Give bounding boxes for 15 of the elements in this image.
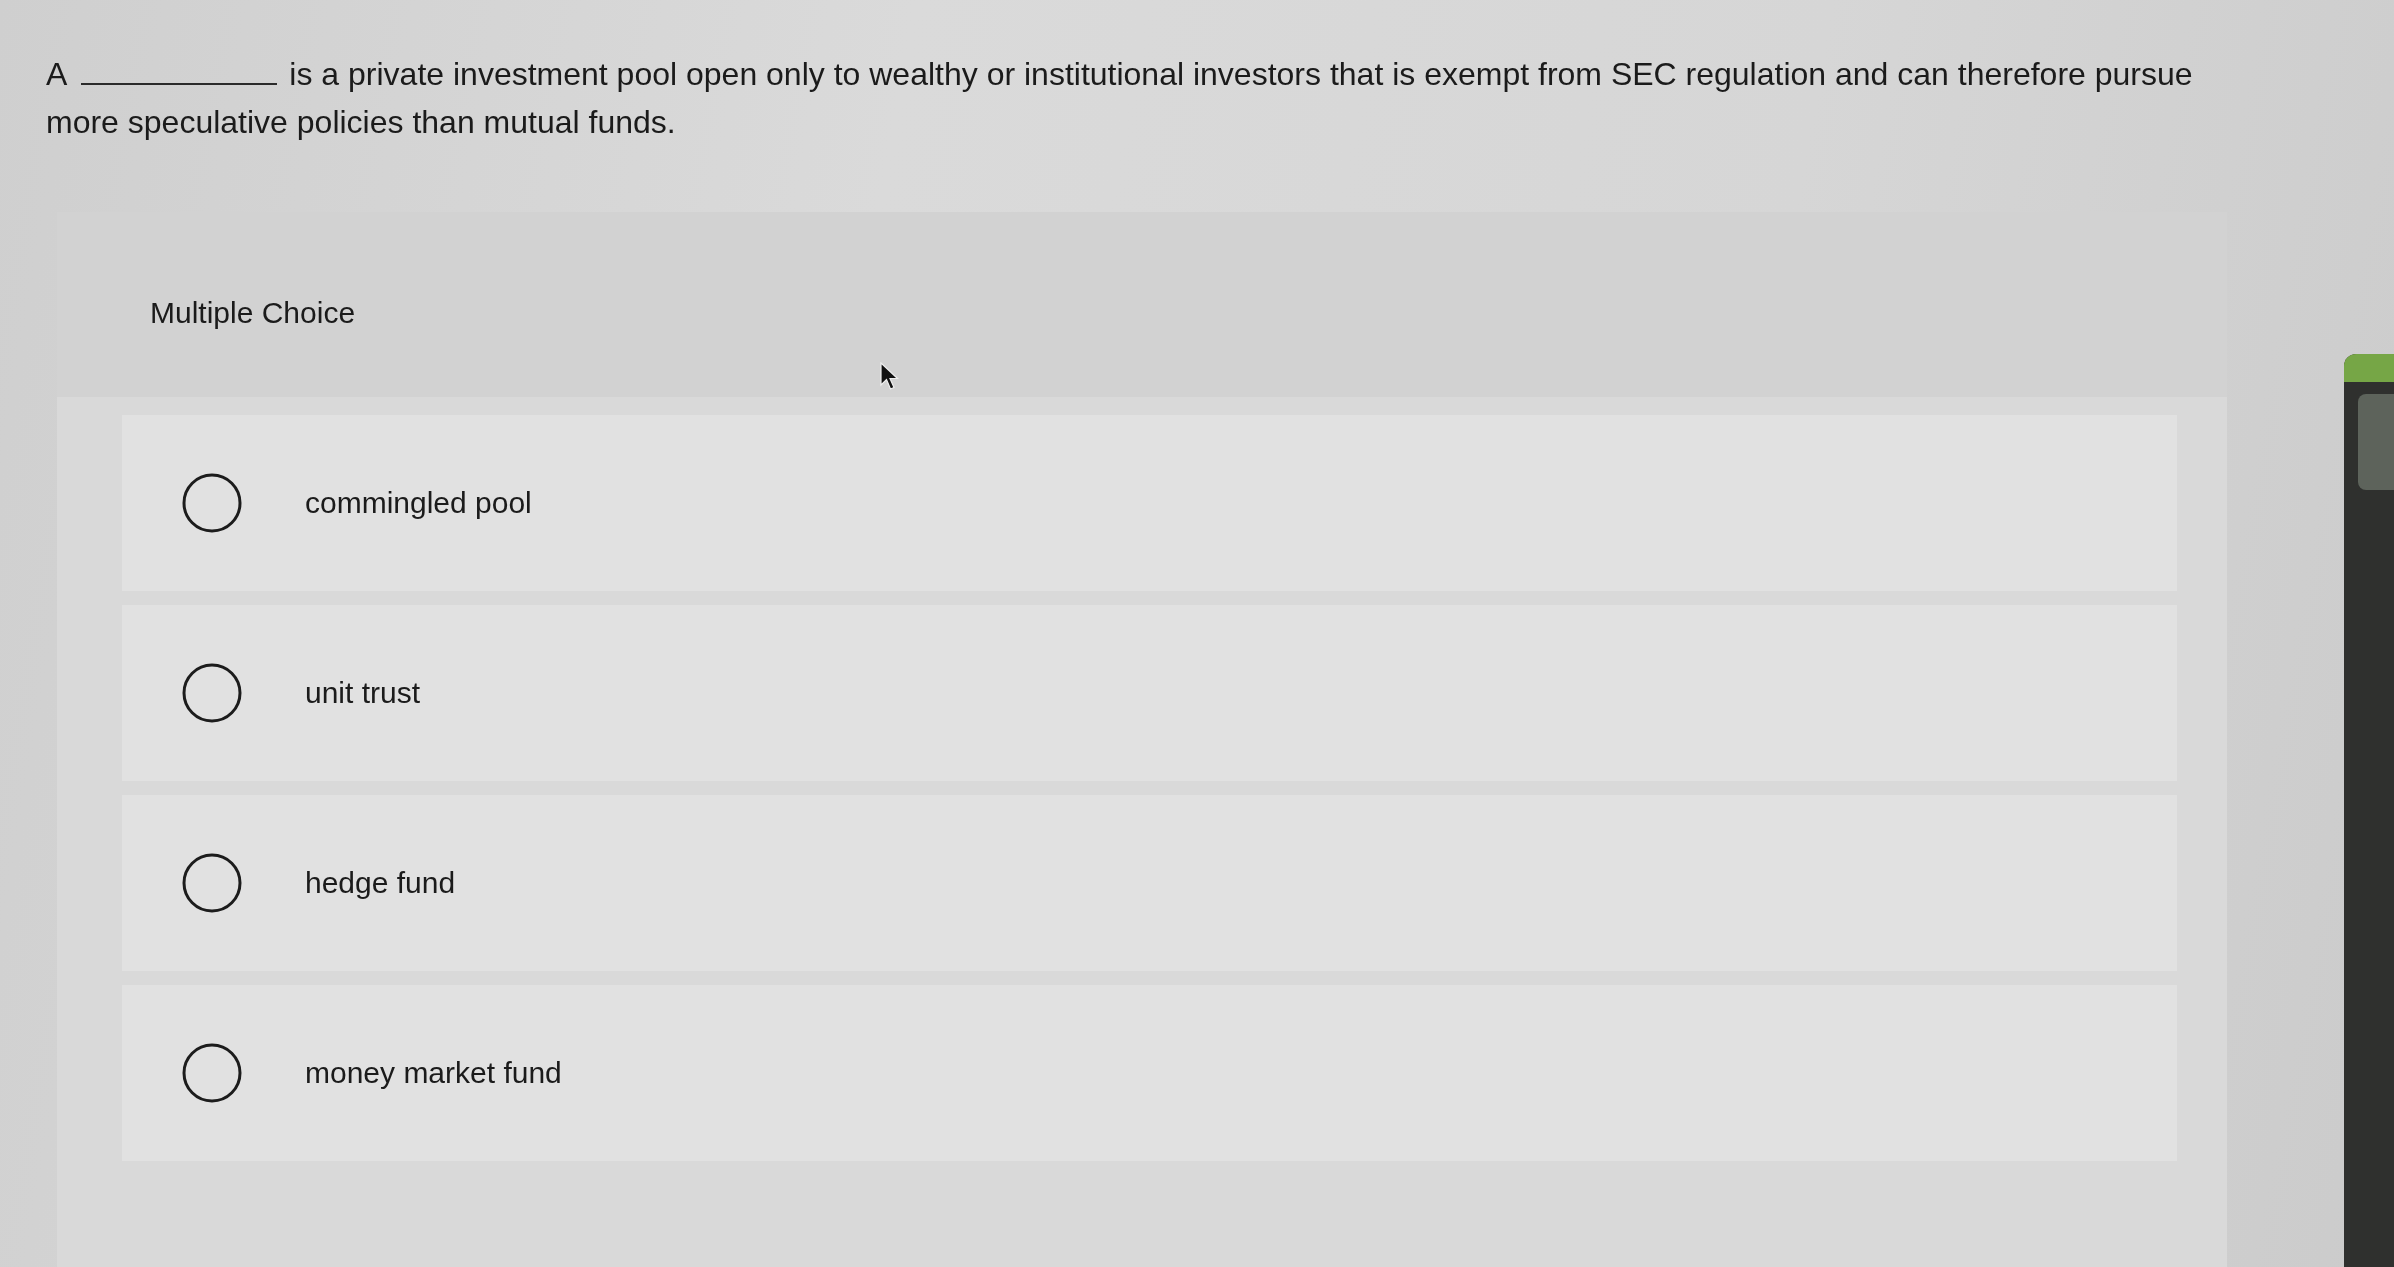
- radio-button[interactable]: [182, 1043, 242, 1103]
- radio-button[interactable]: [182, 853, 242, 913]
- option-label: commingled pool: [305, 486, 532, 520]
- answer-option[interactable]: commingled pool: [122, 415, 2177, 591]
- cursor-icon: [880, 362, 900, 392]
- option-label: hedge fund: [305, 866, 456, 900]
- question-text: A is a private investment pool open only to wealthy or institutional investors that is exempt from SEC regulation and can therefore pursue more speculative policies than mutual funds.: [46, 50, 2246, 146]
- radio-button[interactable]: [182, 663, 242, 723]
- radio-button[interactable]: [182, 473, 242, 533]
- option-label: unit trust: [305, 676, 421, 710]
- answer-option[interactable]: unit trust: [122, 605, 2177, 781]
- option-label: money market fund: [305, 1056, 562, 1090]
- answer-option[interactable]: hedge fund: [122, 795, 2177, 971]
- answer-option[interactable]: money market fund: [122, 985, 2177, 1161]
- panel-title: Multiple Choice: [150, 296, 356, 329]
